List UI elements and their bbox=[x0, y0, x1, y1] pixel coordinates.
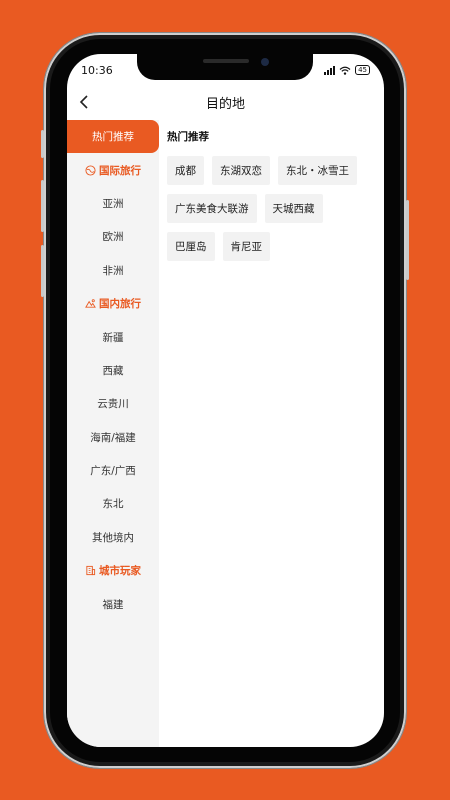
destination-tag[interactable]: 东湖双恋 bbox=[212, 156, 270, 185]
sidebar-item-fujian[interactable]: 福建 bbox=[67, 587, 159, 620]
sidebar-item-label: 福建 bbox=[102, 598, 124, 611]
sidebar-item-label: 东北 bbox=[102, 498, 124, 511]
sidebar-item-other-domestic[interactable]: 其他境内 bbox=[67, 521, 159, 554]
destination-tag[interactable]: 天城西藏 bbox=[264, 194, 323, 223]
sidebar-item-label: 新疆 bbox=[102, 331, 124, 344]
sidebar-item-label: 海南/福建 bbox=[90, 431, 136, 444]
notch bbox=[137, 54, 313, 80]
side-button-2 bbox=[41, 180, 44, 232]
building-icon bbox=[86, 566, 96, 576]
sidebar-item-label: 国际旅行 bbox=[99, 164, 141, 177]
sidebar-item-guangdong-guangxi[interactable]: 广东/广西 bbox=[67, 454, 159, 487]
mountain-icon bbox=[85, 299, 96, 308]
signal-icon bbox=[324, 65, 336, 75]
destination-tag[interactable]: 广东美食大联游 bbox=[167, 194, 257, 223]
speaker bbox=[203, 59, 249, 63]
sidebar-category-city[interactable]: 城市玩家 bbox=[67, 554, 159, 587]
sidebar-category-domestic[interactable]: 国内旅行 bbox=[67, 287, 159, 320]
sidebar-item-label: 广东/广西 bbox=[90, 465, 136, 478]
destination-tags: 成都 东湖双恋 东北・冰雪王 广东美食大联游 天城西藏 巴厘岛 肯尼亚 bbox=[167, 156, 377, 261]
destination-content: 热门推荐 成都 东湖双恋 东北・冰雪王 广东美食大联游 天城西藏 巴厘岛 肯尼亚 bbox=[167, 120, 377, 261]
front-camera bbox=[261, 58, 269, 66]
header: 目的地 bbox=[67, 88, 384, 116]
sidebar-item-label: 云贵川 bbox=[97, 398, 129, 411]
destination-tag[interactable]: 肯尼亚 bbox=[222, 232, 270, 261]
sidebar-item-label: 欧洲 bbox=[102, 231, 124, 244]
destination-tag[interactable]: 成都 bbox=[167, 156, 204, 185]
status-icons: 45 bbox=[324, 65, 370, 75]
category-sidebar: 热门推荐 国际旅行 亚洲 欧洲 非洲 国内旅行 新疆 西藏 云贵川 海南/福建 … bbox=[67, 120, 159, 747]
sidebar-item-label: 国内旅行 bbox=[99, 298, 141, 311]
sidebar-item-hainan-fujian[interactable]: 海南/福建 bbox=[67, 421, 159, 454]
section-title: 热门推荐 bbox=[167, 131, 209, 143]
sidebar-item-hot[interactable]: 热门推荐 bbox=[67, 120, 159, 154]
sidebar-item-label: 非洲 bbox=[102, 264, 124, 277]
sidebar-category-international[interactable]: 国际旅行 bbox=[67, 153, 159, 186]
battery-icon: 45 bbox=[355, 65, 370, 75]
globe-icon bbox=[85, 165, 96, 176]
sidebar-item-tibet[interactable]: 西藏 bbox=[67, 354, 159, 387]
sidebar-item-northeast[interactable]: 东北 bbox=[67, 487, 159, 520]
app-screen: 10:36 45 目的地 热门推荐 国际旅行 亚洲 欧洲 非洲 国内旅行 新疆 … bbox=[67, 54, 384, 747]
status-time: 10:36 bbox=[81, 64, 113, 77]
sidebar-item-africa[interactable]: 非洲 bbox=[67, 254, 159, 287]
side-button-4 bbox=[406, 200, 409, 280]
side-button-1 bbox=[41, 130, 44, 158]
sidebar-item-label: 其他境内 bbox=[92, 531, 134, 544]
sidebar-item-label: 亚洲 bbox=[102, 197, 124, 210]
sidebar-item-yungui-chuan[interactable]: 云贵川 bbox=[67, 387, 159, 420]
side-button-3 bbox=[41, 245, 44, 297]
sidebar-item-asia[interactable]: 亚洲 bbox=[67, 187, 159, 220]
sidebar-item-label: 热门推荐 bbox=[92, 131, 134, 144]
sidebar-item-label: 西藏 bbox=[102, 364, 124, 377]
sidebar-item-xinjiang[interactable]: 新疆 bbox=[67, 320, 159, 353]
sidebar-item-label: 城市玩家 bbox=[99, 565, 141, 578]
sidebar-item-europe[interactable]: 欧洲 bbox=[67, 220, 159, 253]
destination-tag[interactable]: 巴厘岛 bbox=[167, 232, 215, 261]
wifi-icon bbox=[339, 66, 351, 75]
destination-tag[interactable]: 东北・冰雪王 bbox=[278, 156, 357, 185]
page-title: 目的地 bbox=[205, 97, 245, 112]
